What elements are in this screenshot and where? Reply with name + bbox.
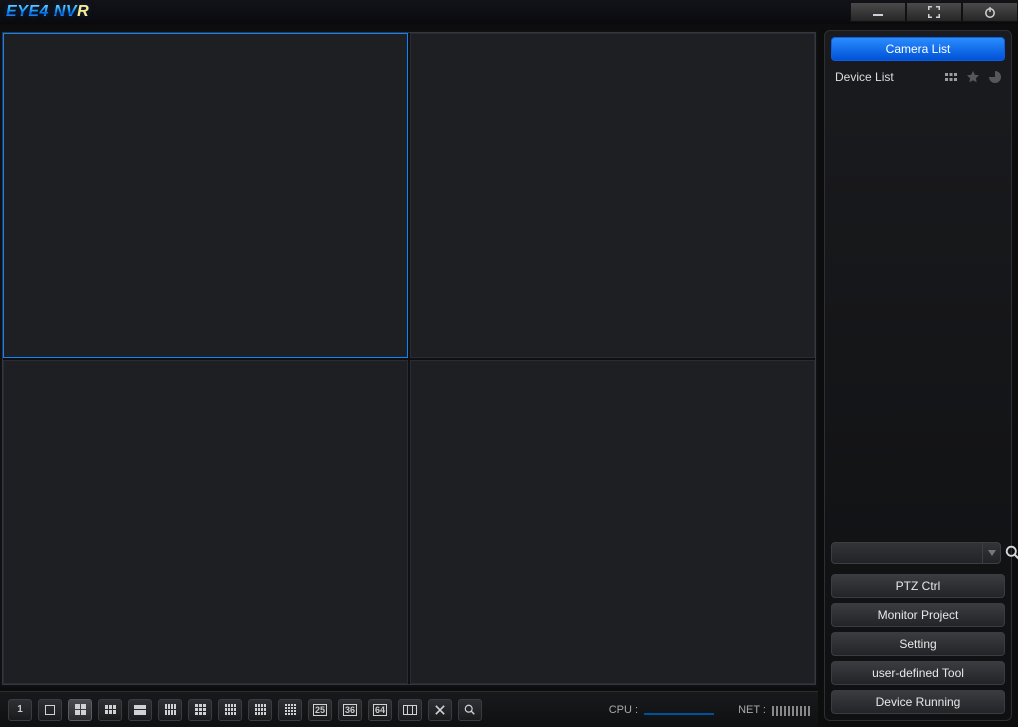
pie-icon	[988, 70, 1002, 84]
title-bar: EYE4 NVR	[0, 0, 1018, 24]
magnifier-icon	[464, 704, 476, 716]
layout-36-button[interactable]: 36	[338, 699, 362, 721]
video-cell-4[interactable]	[410, 360, 815, 685]
video-cell-3[interactable]	[3, 360, 408, 685]
camera-list-button[interactable]: Camera List	[831, 37, 1005, 61]
video-grid	[2, 32, 816, 685]
cpu-meter	[644, 713, 714, 715]
cpu-label: CPU :	[609, 704, 638, 716]
search-input[interactable]	[832, 547, 982, 559]
setting-button[interactable]: Setting	[831, 632, 1005, 656]
layout-single-button[interactable]	[38, 699, 62, 721]
layout-4-button[interactable]	[68, 699, 92, 721]
layout-9-button[interactable]	[188, 699, 212, 721]
layout-9-icon	[195, 704, 206, 715]
device-running-button[interactable]: Device Running	[831, 690, 1005, 714]
layout-25-button[interactable]: 25	[308, 699, 332, 721]
layout-wide-button[interactable]	[398, 699, 422, 721]
layout-hsplit-button[interactable]	[128, 699, 152, 721]
main-area: 1 25 36 64 CPU : NET :	[0, 24, 1018, 727]
search-row	[831, 542, 1005, 564]
minimize-icon	[871, 5, 885, 19]
video-cell-2[interactable]	[410, 33, 815, 358]
layout-hsplit-icon	[134, 705, 146, 715]
layout-6-icon	[105, 705, 116, 714]
layout-16-button[interactable]	[278, 699, 302, 721]
layout-4-icon	[75, 704, 86, 715]
layout-6-button[interactable]	[98, 699, 122, 721]
close-icon	[435, 705, 445, 715]
close-all-button[interactable]	[428, 699, 452, 721]
net-label: NET :	[738, 704, 766, 716]
app-window: EYE4 NVR	[0, 0, 1018, 727]
fullscreen-icon	[927, 5, 941, 19]
search-combo[interactable]	[831, 542, 1001, 564]
star-icon	[966, 70, 980, 84]
fullscreen-button[interactable]	[906, 2, 962, 22]
window-controls	[850, 2, 1018, 22]
app-logo: EYE4 NVR	[4, 3, 91, 21]
chevron-down-icon	[988, 550, 996, 556]
layout-16-icon	[285, 704, 296, 715]
layout-single-icon	[45, 705, 55, 715]
ptz-ctrl-button[interactable]: PTZ Ctrl	[831, 574, 1005, 598]
search-button[interactable]	[1005, 543, 1018, 563]
sidebar-bottom-buttons: PTZ Ctrl Monitor Project Setting user-de…	[831, 574, 1005, 714]
device-favorite-button[interactable]	[965, 69, 981, 85]
layout-25-icon: 25	[313, 704, 327, 716]
layout-wide-icon	[403, 705, 417, 715]
layout-8-icon	[165, 704, 176, 715]
power-button[interactable]	[962, 2, 1018, 22]
layout-12-icon	[225, 704, 236, 715]
layout-13-button[interactable]	[248, 699, 272, 721]
device-list-row: Device List	[831, 65, 1005, 89]
magnifier-icon	[1005, 545, 1018, 561]
device-grid-button[interactable]	[943, 69, 959, 85]
video-area	[0, 30, 818, 687]
layout-12-button[interactable]	[218, 699, 242, 721]
layout-64-button[interactable]: 64	[368, 699, 392, 721]
user-defined-tool-button[interactable]: user-defined Tool	[831, 661, 1005, 685]
monitor-project-button[interactable]: Monitor Project	[831, 603, 1005, 627]
zoom-button[interactable]	[458, 699, 482, 721]
minimize-button[interactable]	[850, 2, 906, 22]
grid-icon	[944, 70, 958, 84]
video-cell-1[interactable]	[3, 33, 408, 358]
layout-36-icon: 36	[343, 704, 357, 716]
layout-64-icon: 64	[373, 704, 387, 716]
power-icon	[983, 5, 997, 19]
device-tree[interactable]	[831, 93, 1005, 538]
layout-8-button[interactable]	[158, 699, 182, 721]
bottom-toolbar: 1 25 36 64 CPU : NET :	[0, 691, 818, 727]
search-dropdown-button[interactable]	[982, 543, 1000, 563]
layout-13-icon	[255, 704, 266, 715]
layout-1-button[interactable]: 1	[8, 699, 32, 721]
net-meter	[772, 704, 810, 716]
device-list-label: Device List	[835, 70, 894, 84]
sidebar: Camera List Device List	[824, 30, 1012, 721]
device-history-button[interactable]	[987, 69, 1003, 85]
